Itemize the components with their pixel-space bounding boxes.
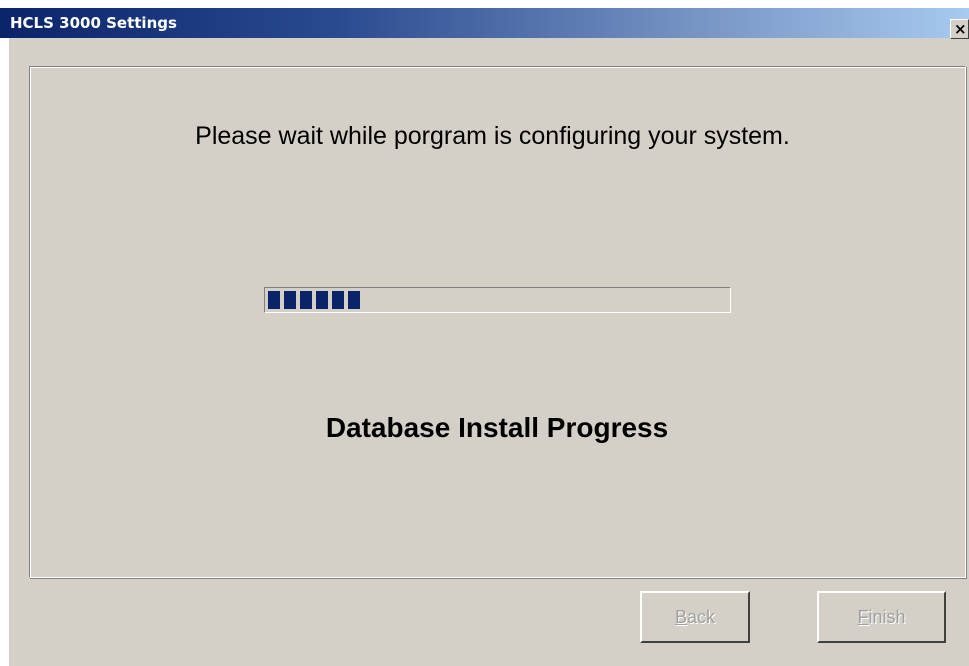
- close-button[interactable]: ×: [950, 19, 969, 39]
- finish-button-label: inish: [868, 606, 906, 627]
- progress-fill: [268, 291, 360, 309]
- desktop-background: [0, 0, 969, 8]
- status-message: Please wait while porgram is configuring…: [195, 122, 790, 150]
- title-bar[interactable]: HCLS 3000 Settings ×: [0, 8, 969, 39]
- close-icon: ×: [954, 20, 967, 38]
- back-button-label: ack: [687, 606, 716, 627]
- window-title: HCLS 3000 Settings: [10, 14, 177, 32]
- progress-label: Database Install Progress: [325, 412, 669, 443]
- back-button-mnemonic: B: [674, 606, 687, 627]
- back-button[interactable]: Back: [640, 591, 750, 643]
- finish-button[interactable]: Finish: [817, 591, 946, 643]
- finish-button-mnemonic: F: [857, 606, 869, 627]
- database-progress-bar: [264, 287, 731, 313]
